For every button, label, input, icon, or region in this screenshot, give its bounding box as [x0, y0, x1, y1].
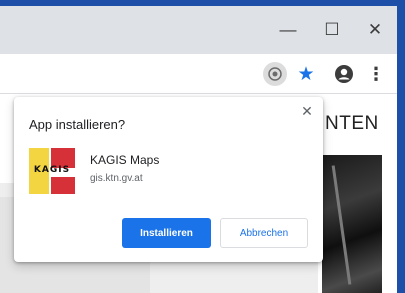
install-button[interactable]: Installieren: [122, 218, 211, 248]
dialog-title: App installieren?: [29, 117, 126, 132]
close-window-button[interactable]: ✕: [361, 16, 389, 44]
plus-circle-icon: [268, 67, 282, 81]
close-icon[interactable]: ✕: [299, 103, 315, 119]
install-app-dialog: App installieren? ✕ KAGIS KAGIS Maps gis…: [14, 97, 323, 262]
person-icon: [335, 65, 353, 83]
cancel-button[interactable]: Abbrechen: [220, 218, 308, 248]
browser-toolbar: ★ ⋮: [0, 54, 397, 94]
maximize-button[interactable]: ☐: [318, 16, 346, 44]
logo-red-block-bottom: [51, 177, 75, 194]
page-heading: NTEN: [325, 113, 379, 134]
logo-text: KAGIS: [33, 165, 71, 175]
title-bar: — ☐ ✕: [0, 6, 397, 54]
browser-window: — ☐ ✕ ★ ⋮ NTEN App installieren? ✕ KAGIS…: [0, 6, 397, 293]
kagis-logo: KAGIS: [29, 148, 75, 194]
more-menu-icon[interactable]: ⋮: [364, 62, 388, 86]
install-app-icon[interactable]: [263, 62, 287, 86]
minimize-button[interactable]: —: [274, 16, 302, 44]
page-photo: [322, 155, 382, 293]
app-name: KAGIS Maps: [90, 153, 160, 167]
app-url: gis.ktn.gv.at: [90, 173, 143, 184]
bookmark-star-icon[interactable]: ★: [294, 62, 318, 86]
account-icon[interactable]: [332, 62, 356, 86]
